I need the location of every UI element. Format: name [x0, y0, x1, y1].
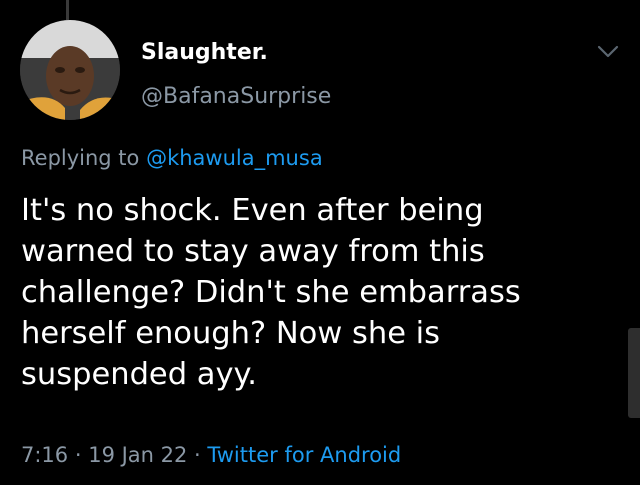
scrollbar[interactable] [628, 328, 640, 418]
tweet-date[interactable]: 19 Jan 22 [88, 443, 187, 467]
avatar[interactable] [20, 20, 120, 120]
tweet-source-link[interactable]: Twitter for Android [207, 443, 401, 467]
user-handle[interactable]: @BafanaSurprise [141, 83, 331, 111]
chevron-down-icon[interactable] [595, 42, 621, 62]
replying-to-label: Replying to [21, 146, 147, 170]
thread-connector-line [66, 0, 69, 20]
tweet-time[interactable]: 7:16 [21, 443, 68, 467]
replying-to: Replying to @khawula_musa [21, 144, 323, 172]
tweet-author[interactable]: Slaughter. @BafanaSurprise [141, 39, 331, 111]
reply-handle-link[interactable]: @khawula_musa [146, 146, 323, 170]
display-name[interactable]: Slaughter. [141, 39, 331, 67]
meta-separator: · [187, 443, 208, 467]
meta-separator: · [68, 443, 89, 467]
tweet-metadata: 7:16 · 19 Jan 22 · Twitter for Android [21, 441, 401, 469]
tweet-text: It's no shock. Even after being warned t… [21, 193, 521, 392]
profile-photo [20, 20, 120, 120]
